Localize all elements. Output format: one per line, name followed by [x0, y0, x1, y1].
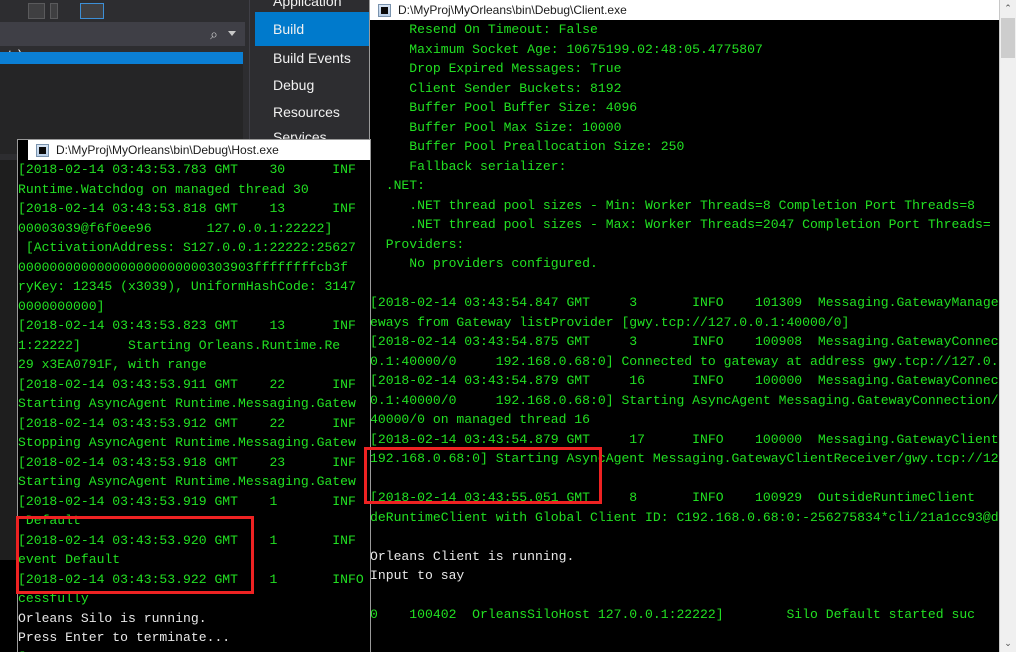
client-vertical-scrollbar[interactable]: ⌃ ⌄ [999, 0, 1016, 652]
host-window-titlebar[interactable]: D:\MyProj\MyOrleans\bin\Debug\Host.exe [28, 140, 370, 160]
search-input[interactable]: ⌕ [0, 22, 245, 46]
host-console-output-area: [2018-02-14 03:43:53.783 GMT 30 INF Runt… [18, 160, 370, 652]
vs-toolbar [0, 0, 270, 22]
toolbar-icon-3[interactable] [80, 3, 104, 19]
host-window-title: D:\MyProj\MyOrleans\bin\Debug\Host.exe [56, 143, 279, 157]
client-window-title: D:\MyProj\MyOrleans\bin\Debug\Client.exe [398, 3, 627, 17]
client-console-output-area: Resend On Timeout: False Maximum Socket … [370, 20, 1016, 652]
toolbar-icon-1[interactable] [28, 3, 45, 19]
host-console-text: [2018-02-14 03:43:53.783 GMT 30 INF Runt… [18, 162, 364, 652]
host-console-window[interactable]: D:\MyProj\MyOrleans\bin\Debug\Host.exe [… [18, 140, 370, 652]
client-console-window[interactable]: D:\MyProj\MyOrleans\bin\Debug\Client.exe… [370, 0, 1016, 652]
chevron-down-icon[interactable] [228, 31, 236, 36]
scroll-up-icon[interactable]: ⌃ [1000, 0, 1016, 17]
toolbar-icon-2[interactable] [50, 3, 58, 19]
console-app-icon [378, 3, 391, 17]
console-app-icon [36, 143, 49, 157]
scrollbar-thumb[interactable] [1001, 18, 1015, 58]
client-console-text: Resend On Timeout: False Maximum Socket … [370, 22, 1016, 622]
panel-divider [249, 0, 250, 140]
scroll-down-icon[interactable]: ⌄ [1000, 635, 1016, 652]
search-icon: ⌕ [210, 26, 218, 42]
client-window-titlebar[interactable]: D:\MyProj\MyOrleans\bin\Debug\Client.exe [370, 0, 1016, 20]
project-properties-category-list: Application Build Build Events Debug Res… [255, 0, 370, 145]
ide-dark-gap [0, 160, 18, 560]
